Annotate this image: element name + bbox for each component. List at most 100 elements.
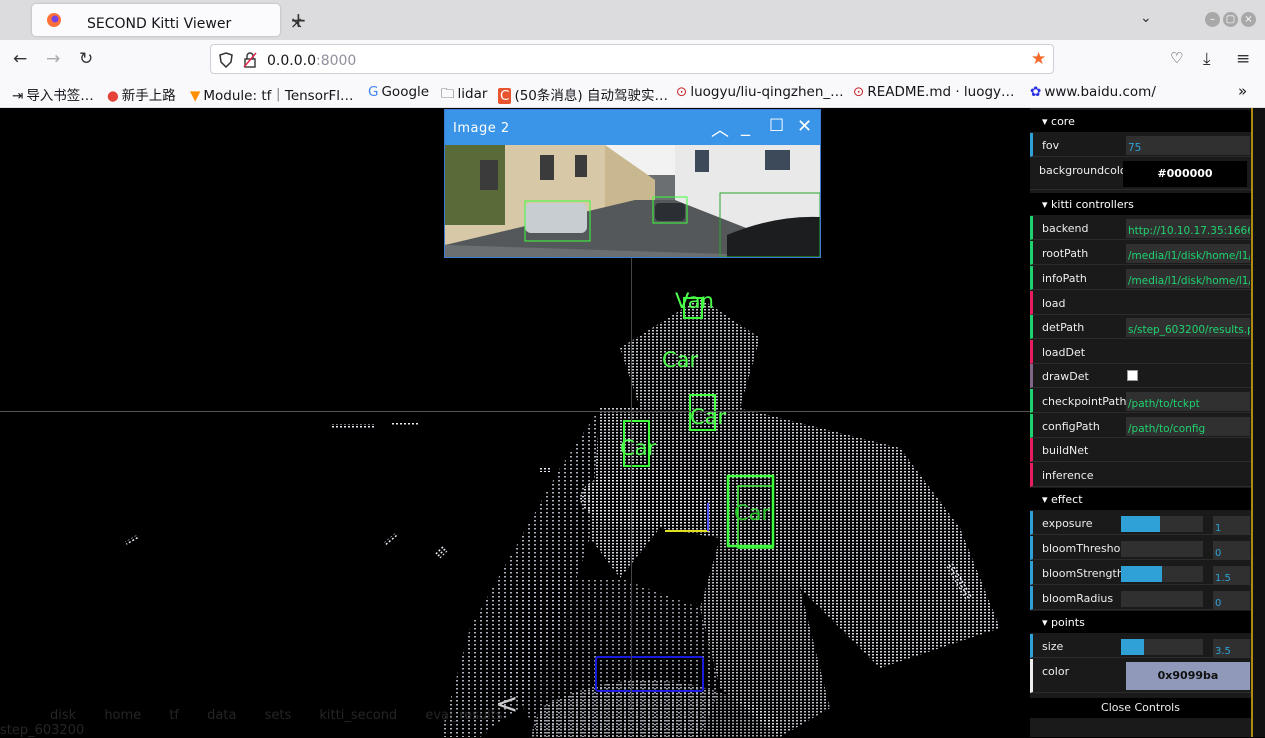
bookmark-label: lidar bbox=[457, 86, 488, 102]
detection-label-car: Car bbox=[662, 348, 699, 372]
rootPath-input[interactable]: /media/l1/disk/home/l1/c bbox=[1126, 244, 1250, 263]
checkpointPath-input[interactable]: /path/to/tckpt bbox=[1126, 392, 1250, 411]
close-panel-icon[interactable]: ✕ bbox=[797, 116, 812, 137]
firefox-icon bbox=[47, 13, 61, 27]
bloomStrength-slider[interactable] bbox=[1121, 566, 1203, 582]
exposure-slider[interactable] bbox=[1121, 516, 1203, 532]
folder-effect[interactable]: ▾ effect bbox=[1030, 488, 1251, 510]
folder-title: ▾ kitti controllers bbox=[1042, 198, 1134, 211]
image-panel-header[interactable]: Image 2 ︿ _ ☐ ✕ bbox=[445, 110, 820, 145]
fov-input[interactable]: 75 bbox=[1126, 136, 1250, 155]
control-label: backgroundcolor bbox=[1039, 164, 1132, 177]
image-2-panel[interactable]: Image 2 ︿ _ ☐ ✕ bbox=[444, 109, 821, 258]
bookmark-item[interactable]: ⊙ luogyu/liu-qingzhen_… bbox=[676, 84, 844, 100]
path-segment: data bbox=[207, 708, 237, 723]
close-controls-button[interactable]: Close Controls bbox=[1030, 698, 1251, 718]
folder-core[interactable]: ▾ core bbox=[1030, 110, 1251, 132]
pocket-icon[interactable]: ♡ bbox=[1170, 49, 1183, 67]
url-bar[interactable]: 0.0.0.0:8000 ★ bbox=[210, 44, 1054, 74]
new-tab-icon[interactable]: + bbox=[290, 8, 307, 32]
tensorflow-icon: ▼ bbox=[190, 88, 201, 104]
bloomThreshold-number[interactable]: 0 bbox=[1213, 541, 1250, 560]
forward-icon[interactable]: → bbox=[46, 49, 60, 69]
folder-title-text: core bbox=[1051, 115, 1075, 128]
path-segment: sets bbox=[264, 708, 292, 723]
configPath-input[interactable]: /path/to/config bbox=[1126, 417, 1250, 436]
reload-icon[interactable]: ↻ bbox=[79, 49, 93, 69]
bloomThreshold-slider[interactable] bbox=[1121, 541, 1203, 557]
bookmark-item[interactable]: ▼ Module: tf｜TensorFl… bbox=[190, 84, 354, 104]
control-label: inference bbox=[1042, 469, 1094, 482]
control-backgroundcolor: backgroundcolor #000000 bbox=[1030, 158, 1251, 190]
maximize-panel-icon[interactable]: ☐ bbox=[769, 116, 784, 136]
camera-image bbox=[445, 145, 820, 257]
kitti-3d-viewport[interactable]: < Van Car Car Car Car Image 2 ︿ _ ☐ ✕ ▾ … bbox=[0, 108, 1265, 737]
menu-icon[interactable]: ≡ bbox=[1236, 49, 1250, 69]
points-color-swatch[interactable]: 0x9099ba bbox=[1126, 662, 1250, 690]
control-label: checkpointPath bbox=[1042, 395, 1127, 408]
backend-input[interactable]: http://10.10.17.35:16666 bbox=[1126, 219, 1250, 238]
tab-title: SECOND Kitti Viewer bbox=[87, 16, 232, 32]
csdn-icon: C bbox=[498, 88, 512, 104]
size-number[interactable]: 3.5 bbox=[1213, 639, 1250, 658]
more-bookmarks-icon[interactable]: » bbox=[1238, 82, 1247, 100]
slider-fill bbox=[1121, 566, 1162, 582]
control-drawDet: drawDet bbox=[1030, 364, 1251, 388]
bookmark-label: Module: tf｜TensorFl… bbox=[203, 88, 354, 104]
navigation-toolbar: ← → ↻ 0.0.0.0:8000 ★ ♡ ⤓ ≡ bbox=[0, 40, 1265, 78]
bookmark-item[interactable]: C (50条消息) 自动驾驶实… bbox=[498, 84, 668, 104]
insecure-lock-icon bbox=[243, 52, 257, 68]
center-line bbox=[631, 258, 632, 708]
inference-button[interactable]: inference bbox=[1030, 463, 1251, 487]
controls-panel: ▾ core fov 75 backgroundcolor #000000 ▾ … bbox=[1030, 108, 1251, 737]
folder-points[interactable]: ▾ points bbox=[1030, 611, 1251, 633]
detection-label-car: Car bbox=[690, 405, 727, 429]
control-label: exposure bbox=[1042, 517, 1093, 530]
maximize-icon[interactable]: ▢ bbox=[1223, 12, 1238, 27]
bookmark-star-icon[interactable]: ★ bbox=[1031, 49, 1046, 69]
control-exposure: exposure 1 bbox=[1030, 511, 1251, 535]
control-label: configPath bbox=[1042, 420, 1100, 433]
bookmark-item[interactable]: ⇥ 导入书签… bbox=[12, 84, 94, 104]
url-text: 0.0.0.0:8000 bbox=[267, 53, 356, 69]
detPath-input[interactable]: s/step_603200/results.pkl bbox=[1126, 318, 1250, 337]
loadDet-button[interactable]: loadDet bbox=[1030, 340, 1251, 364]
close-window-icon[interactable]: × bbox=[1241, 12, 1256, 27]
shield-icon bbox=[219, 52, 233, 68]
bookmark-item[interactable]: ⊙ README.md · luogy… bbox=[853, 84, 1015, 100]
folder-kitti-controllers[interactable]: ▾ kitti controllers bbox=[1030, 193, 1251, 215]
size-slider[interactable] bbox=[1121, 639, 1203, 655]
detection-label-van: Van bbox=[675, 289, 714, 313]
firefox-bookmark-icon: ● bbox=[107, 88, 119, 104]
bookmark-item[interactable]: ✿ www.baidu.com/ bbox=[1030, 84, 1156, 100]
control-bloomStrength: bloomStrength 1.5 bbox=[1030, 561, 1251, 585]
google-icon: G bbox=[368, 84, 379, 100]
exposure-number[interactable]: 1 bbox=[1213, 516, 1250, 535]
bloomStrength-number[interactable]: 1.5 bbox=[1213, 566, 1250, 585]
browser-tab[interactable]: SECOND Kitti Viewer × bbox=[32, 4, 303, 36]
slider-fill bbox=[1121, 639, 1144, 655]
backgroundcolor-swatch[interactable]: #000000 bbox=[1123, 161, 1247, 187]
slider-fill bbox=[1121, 516, 1161, 532]
folder-title-text: effect bbox=[1051, 493, 1083, 506]
minimize-icon[interactable]: – bbox=[1205, 12, 1220, 27]
bookmark-label: 导入书签… bbox=[26, 88, 94, 104]
back-icon[interactable]: ← bbox=[13, 49, 27, 69]
drawDet-checkbox[interactable] bbox=[1127, 370, 1138, 381]
bookmark-item[interactable]: 🗀 lidar bbox=[441, 84, 487, 107]
path-segment: disk bbox=[50, 708, 77, 723]
load-button[interactable]: load bbox=[1030, 291, 1251, 315]
collapse-icon[interactable]: ︿ bbox=[711, 116, 729, 142]
bloomRadius-number[interactable]: 0 bbox=[1213, 591, 1250, 610]
tab-list-chevron-icon[interactable]: ⌄ bbox=[1140, 10, 1152, 26]
download-icon[interactable]: ⤓ bbox=[1203, 49, 1211, 69]
buildNet-button[interactable]: buildNet bbox=[1030, 438, 1251, 462]
bookmark-item[interactable]: ● 新手上路 bbox=[107, 84, 176, 104]
folder-title: ▾ points bbox=[1042, 616, 1085, 629]
minimize-panel-icon[interactable]: _ bbox=[741, 116, 750, 137]
control-checkpointPath: checkpointPath /path/to/tckpt bbox=[1030, 389, 1251, 413]
bloomRadius-slider[interactable] bbox=[1121, 591, 1203, 607]
infoPath-input[interactable]: /media/l1/disk/home/l1/c bbox=[1126, 269, 1250, 288]
bookmark-item[interactable]: G Google bbox=[368, 84, 429, 100]
path-segment: tf bbox=[169, 708, 179, 723]
